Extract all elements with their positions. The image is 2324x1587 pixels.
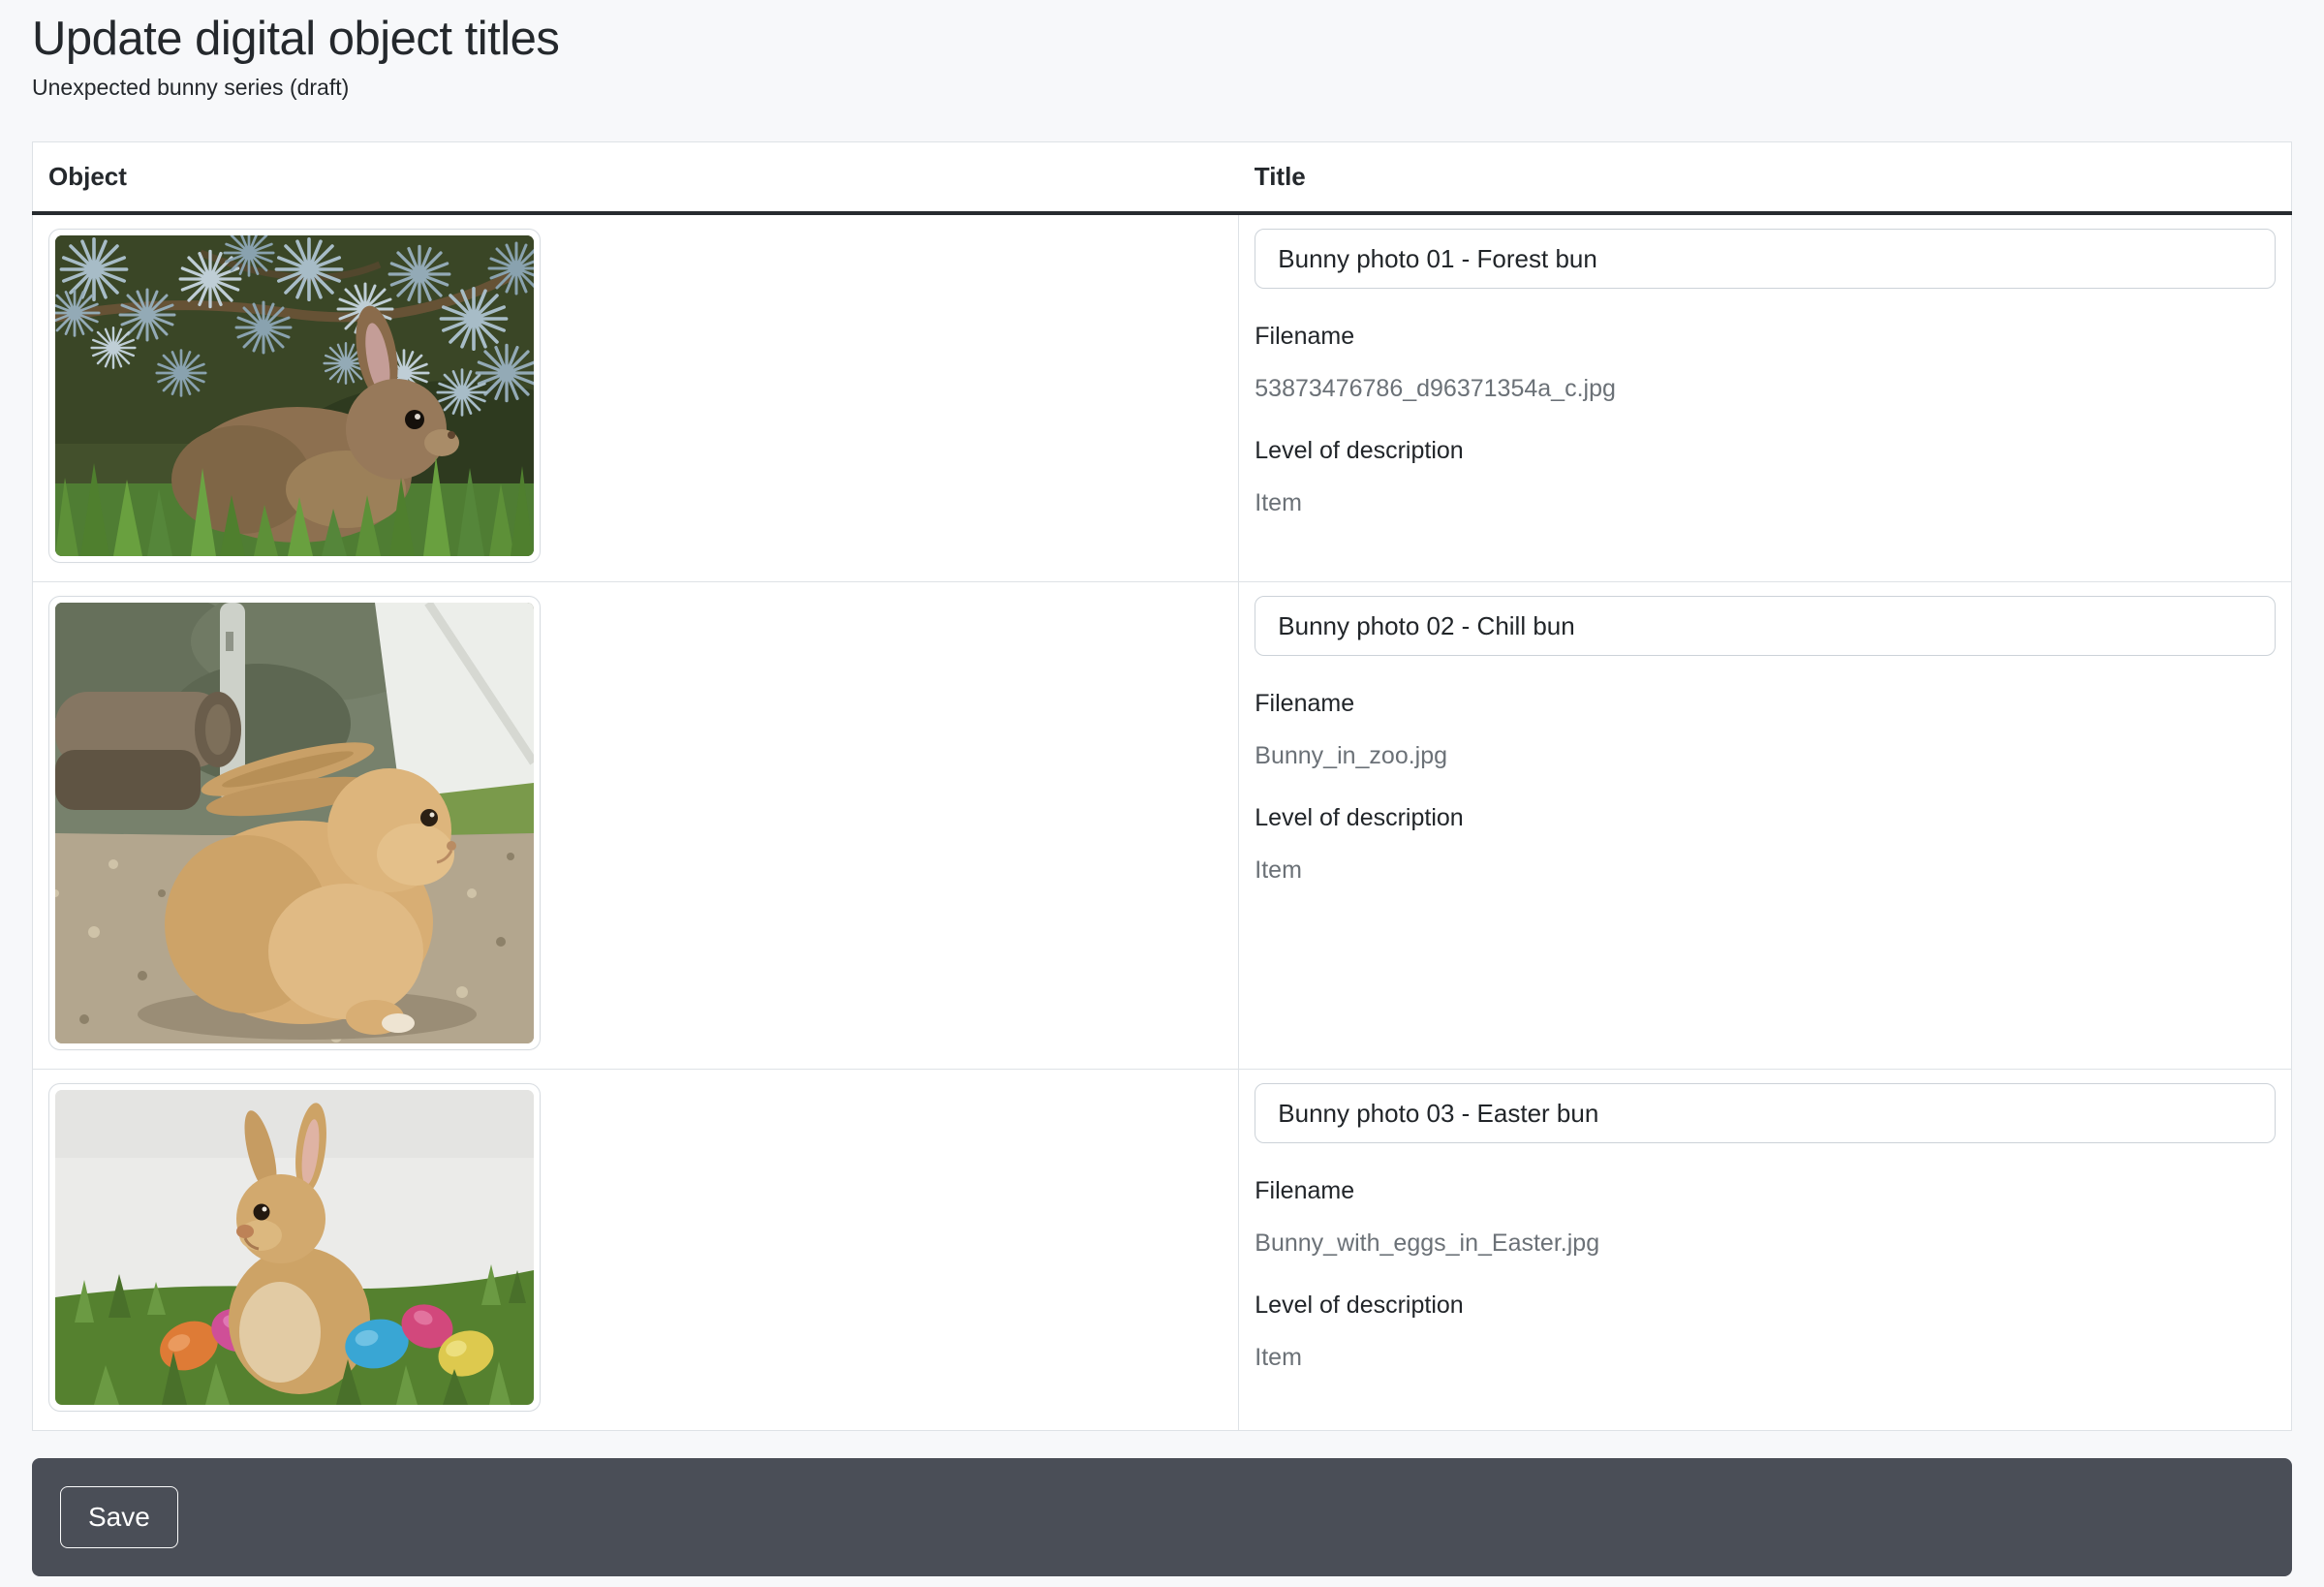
digital-object-thumbnail-3 <box>48 1083 541 1412</box>
level-of-description-label: Level of description <box>1255 1291 2276 1320</box>
filename-label: Filename <box>1255 322 2276 351</box>
filename-value: 53873476786_d96371354a_c.jpg <box>1255 374 2276 403</box>
digital-object-thumbnail-2 <box>48 596 541 1050</box>
level-of-description-value: Item <box>1255 488 2276 517</box>
level-of-description-value: Item <box>1255 1343 2276 1372</box>
object-cell-1 <box>33 213 1239 582</box>
level-of-description-label: Level of description <box>1255 803 2276 832</box>
page-title: Update digital object titles <box>32 12 2292 66</box>
save-button[interactable]: Save <box>60 1486 178 1548</box>
bunny-photo-1-image <box>55 235 534 556</box>
actions-bar: Save <box>32 1458 2292 1576</box>
digital-objects-table: Object Title <box>32 141 2292 1431</box>
filename-label: Filename <box>1255 1176 2276 1205</box>
object-cell-2 <box>33 582 1239 1070</box>
filename-label: Filename <box>1255 689 2276 718</box>
object-row-2: Filename Bunny_in_zoo.jpg Level of descr… <box>33 582 2292 1070</box>
bunny-photo-2-image <box>55 603 534 1043</box>
column-header-object: Object <box>33 142 1239 214</box>
page-subtitle: Unexpected bunny series (draft) <box>32 74 2292 103</box>
digital-object-thumbnail-1 <box>48 229 541 563</box>
title-cell-3: Filename Bunny_with_eggs_in_Easter.jpg L… <box>1239 1070 2292 1431</box>
column-header-title: Title <box>1239 142 2292 214</box>
object-row-3: Filename Bunny_with_eggs_in_Easter.jpg L… <box>33 1070 2292 1431</box>
title-input-3[interactable] <box>1255 1083 2276 1143</box>
filename-value: Bunny_with_eggs_in_Easter.jpg <box>1255 1229 2276 1258</box>
bunny-photo-3-image <box>55 1090 534 1405</box>
title-input-2[interactable] <box>1255 596 2276 656</box>
title-input-1[interactable] <box>1255 229 2276 289</box>
level-of-description-label: Level of description <box>1255 436 2276 465</box>
object-cell-3 <box>33 1070 1239 1431</box>
title-cell-2: Filename Bunny_in_zoo.jpg Level of descr… <box>1239 582 2292 1070</box>
table-header-row: Object Title <box>33 142 2292 214</box>
object-row-1: Filename 53873476786_d96371354a_c.jpg Le… <box>33 213 2292 582</box>
level-of-description-value: Item <box>1255 856 2276 885</box>
title-cell-1: Filename 53873476786_d96371354a_c.jpg Le… <box>1239 213 2292 582</box>
filename-value: Bunny_in_zoo.jpg <box>1255 741 2276 770</box>
